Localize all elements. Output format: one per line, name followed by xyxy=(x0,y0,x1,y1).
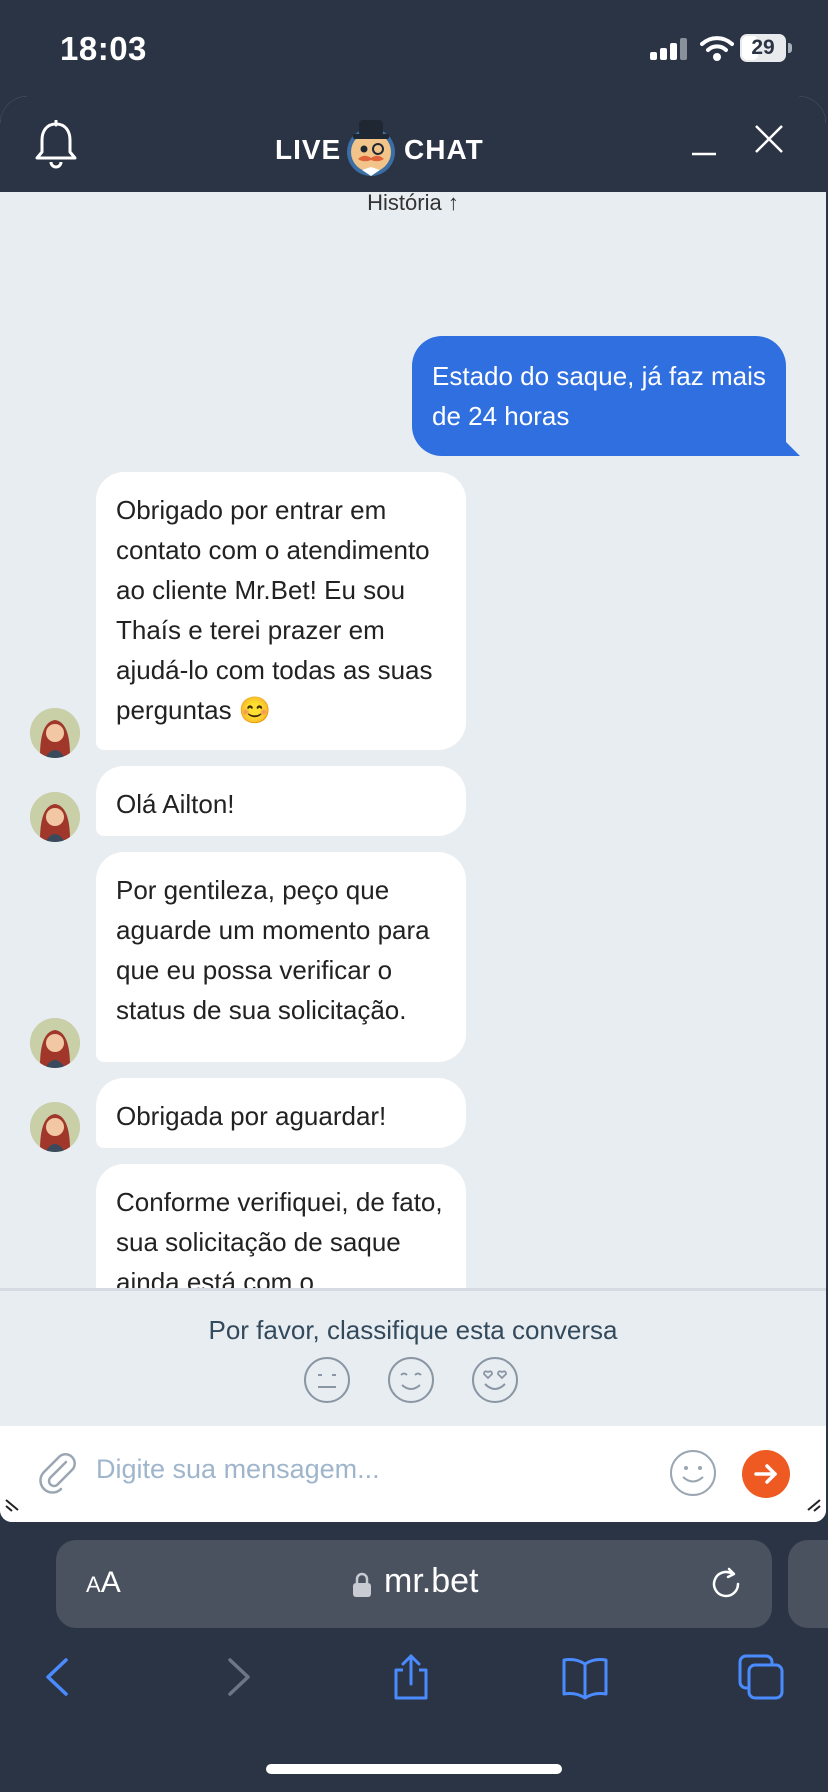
message-list[interactable]: História ↑ Estado do saque, já faz mais … xyxy=(0,192,826,1386)
lock-icon xyxy=(353,1572,371,1597)
reader-aa-button[interactable]: AA xyxy=(86,1566,121,1600)
bell-icon[interactable] xyxy=(32,120,80,170)
agent-message: Obrigado por entrar em contato com o ate… xyxy=(96,472,466,750)
url-text: mr.bet xyxy=(384,1562,479,1600)
rating-prompt: Por favor, classifique esta conversa xyxy=(208,1315,618,1345)
chat-header: LIVE CHAT xyxy=(0,96,826,192)
arrow-right-icon xyxy=(754,1464,777,1484)
agent-avatar xyxy=(30,708,80,758)
battery-level: 29 xyxy=(751,36,775,59)
love-face-icon[interactable] xyxy=(470,1355,520,1405)
live-chat-window: LIVE CHAT História ↑ Estado do saque, já… xyxy=(0,96,826,1522)
home-indicator xyxy=(266,1764,562,1774)
resize-handle-left-icon[interactable] xyxy=(4,1494,22,1512)
minimize-icon[interactable] xyxy=(688,126,720,158)
history-link[interactable]: História ↑ xyxy=(0,192,826,216)
status-bar: 18:03 29 xyxy=(0,0,828,96)
paperclip-icon[interactable] xyxy=(36,1450,80,1494)
neutral-face-icon[interactable] xyxy=(302,1355,352,1405)
close-icon[interactable] xyxy=(752,122,786,156)
agent-message: Obrigada por aguardar! xyxy=(96,1078,466,1148)
reload-icon[interactable] xyxy=(708,1566,744,1602)
live-chat-logo: LIVE CHAT xyxy=(270,112,570,182)
user-message: Estado do saque, já faz mais de 24 horas xyxy=(412,336,786,456)
next-tab-preview[interactable] xyxy=(788,1540,828,1628)
agent-message: Por gentileza, peço que aguarde um momen… xyxy=(96,852,466,1062)
tabs-icon[interactable] xyxy=(736,1652,786,1702)
rating-panel: Por favor, classifique esta conversa xyxy=(0,1288,826,1430)
mascot-logo-icon xyxy=(347,120,395,176)
signal-icon xyxy=(650,38,688,60)
resize-handle-right-icon[interactable] xyxy=(804,1494,822,1512)
smile-face-icon[interactable] xyxy=(386,1355,436,1405)
forward-icon[interactable] xyxy=(212,1652,262,1702)
agent-avatar xyxy=(30,1018,80,1068)
wifi-icon xyxy=(700,36,734,61)
message-input-bar: Digite sua mensagem... xyxy=(0,1426,826,1522)
status-time: 18:03 xyxy=(60,30,147,67)
emoji-icon[interactable] xyxy=(668,1448,718,1498)
back-icon[interactable] xyxy=(34,1652,84,1702)
message-input[interactable]: Digite sua mensagem... xyxy=(96,1454,380,1485)
send-button[interactable] xyxy=(742,1450,790,1498)
battery-icon: 29 xyxy=(740,34,792,62)
logo-text-chat: CHAT xyxy=(404,134,484,165)
share-icon[interactable] xyxy=(386,1652,436,1702)
agent-message: Olá Ailton! xyxy=(96,766,466,836)
bookmarks-icon[interactable] xyxy=(560,1652,610,1702)
agent-avatar xyxy=(30,792,80,842)
address-bar[interactable]: AA mr.bet xyxy=(56,1540,772,1628)
logo-text-live: LIVE xyxy=(275,134,342,165)
agent-avatar xyxy=(30,1102,80,1152)
